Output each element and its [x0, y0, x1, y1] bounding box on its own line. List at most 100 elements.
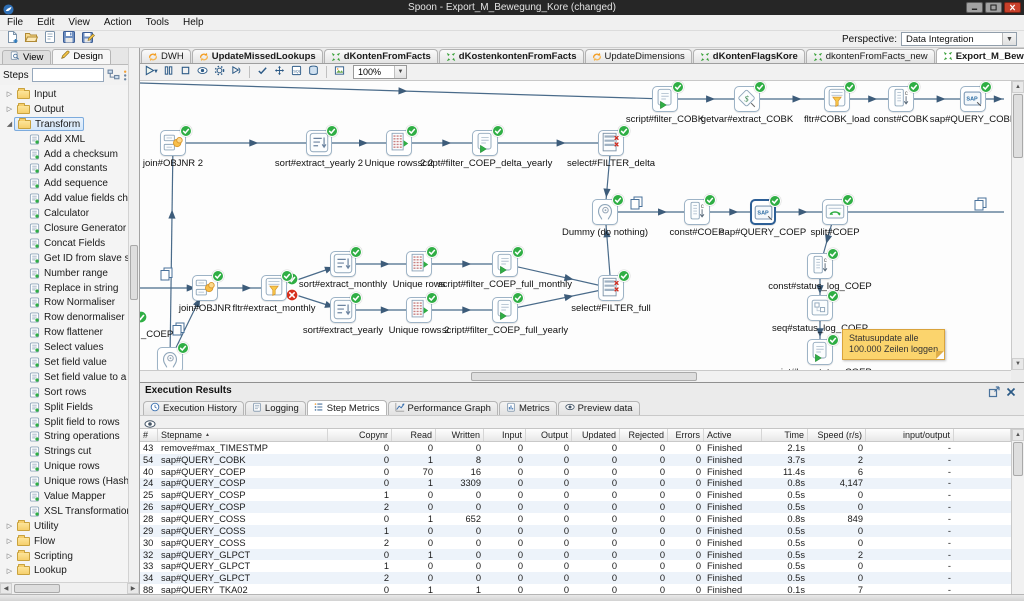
tree-step-split-field-to-rows[interactable]: Split field to rows [0, 415, 139, 430]
column-header-output[interactable]: Output [526, 429, 572, 441]
results-tab-metrics[interactable]: Metrics [499, 401, 557, 415]
tree-step-set-field-value[interactable]: Set field value [0, 355, 139, 370]
menu-view[interactable]: View [61, 17, 97, 28]
tree-step-xsl-transformation[interactable]: XSL Transformation [0, 504, 139, 519]
table-row[interactable]: 28sap#QUERY_COSS0165200000Finished0.8s84… [140, 513, 1011, 525]
step-node-fltr-extract-monthly[interactable] [261, 275, 287, 301]
canvas-horizontal-scrollbar[interactable] [140, 370, 1011, 382]
replay-button[interactable] [229, 65, 244, 79]
maximize-panel-icon[interactable] [988, 385, 1000, 397]
doc-tab-updatemissedlookups[interactable]: UpdateMissedLookups [192, 49, 323, 63]
sql-button[interactable]: SQL [289, 65, 304, 79]
step-node-dummy-do-nothing[interactable] [592, 199, 618, 225]
sidebar-horizontal-scrollbar[interactable]: ◀ ▶ [0, 582, 139, 594]
doc-tab-dkontenfromfacts-new[interactable]: dkontenFromFacts_new [806, 49, 935, 63]
tree-step-sort-rows[interactable]: Sort rows [0, 385, 139, 400]
tree-step-add-sequence[interactable]: Add sequence [0, 176, 139, 191]
tree-folder-lookup[interactable]: ▷Lookup [0, 564, 139, 579]
tree-folder-output[interactable]: ▷Output [0, 102, 139, 117]
tree-step-split-fields[interactable]: Split Fields [0, 400, 139, 415]
column-header-input[interactable]: Input [484, 429, 526, 441]
collapse-arrow-icon[interactable]: ◢ [5, 120, 14, 128]
column-header-copynr[interactable]: Copynr [328, 429, 392, 441]
tree-step-add-constants[interactable]: Add constants [0, 161, 139, 176]
step-node-getvar-extract-cobk[interactable]: $ [734, 86, 760, 112]
tree-step-closure-generator[interactable]: Closure Generator [0, 221, 139, 236]
tree-step-unique-rows[interactable]: Unique rows [0, 459, 139, 474]
column-header-input-output[interactable]: input/output [866, 429, 954, 441]
step-node-select-filter-delta[interactable] [598, 130, 624, 156]
steps-search-input[interactable] [32, 68, 104, 82]
table-row[interactable]: 32sap#QUERY_GLPCT01000000Finished0.5s2- [140, 549, 1011, 561]
step-node-split-coep[interactable] [822, 199, 848, 225]
tree-step-strings-cut[interactable]: Strings cut [0, 444, 139, 459]
expand-arrow-icon[interactable]: ▷ [5, 552, 14, 560]
scrollbar-thumb[interactable] [1013, 94, 1023, 158]
step-node-join-objnr-2[interactable] [160, 130, 186, 156]
table-row[interactable]: 24sap#QUERY_COSP01330900000Finished0.8s4… [140, 478, 1011, 490]
impact-button[interactable] [272, 65, 287, 79]
tree-step-number-range[interactable]: Number range [0, 266, 139, 281]
inspect-data-icon[interactable] [144, 417, 156, 428]
scroll-up-arrow[interactable]: ▲ [1012, 81, 1024, 93]
column-header-active[interactable]: Active [704, 429, 762, 441]
menu-file[interactable]: File [0, 17, 30, 28]
table-row[interactable]: 88sap#QUERY_TKA0201100000Finished0.1s7- [140, 584, 1011, 594]
explore-database-button[interactable] [306, 65, 321, 79]
expand-arrow-icon[interactable]: ▷ [5, 567, 14, 575]
step-node-script-filter-coep-delta-yearly[interactable] [472, 130, 498, 156]
step-node-const-status-log-coep[interactable]: c [807, 253, 833, 279]
tree-step-unique-rows-hashse[interactable]: Unique rows (HashSe [0, 474, 139, 489]
close-button[interactable] [1004, 2, 1021, 13]
column-header-speed-r-s[interactable]: Speed (r/s) [808, 429, 866, 441]
open-file-button[interactable] [22, 32, 39, 47]
table-row[interactable]: 30sap#QUERY_COSS20000000Finished0.5s0- [140, 537, 1011, 549]
column-header-updated[interactable]: Updated [572, 429, 620, 441]
expand-arrow-icon[interactable]: ▷ [5, 105, 14, 113]
doc-tab-dkostenkontenfromfacts[interactable]: dKostenkontenFromFacts [439, 49, 584, 63]
step-node-sap-query-coep[interactable]: SAP [750, 199, 776, 225]
results-tab-preview-data[interactable]: Preview data [558, 401, 640, 415]
step-node-const-cobk[interactable]: c [888, 86, 914, 112]
results-tab-logging[interactable]: Logging [245, 401, 306, 415]
sidebar-tab-view[interactable]: View [2, 50, 51, 64]
scrollbar-thumb[interactable] [1013, 442, 1023, 476]
step-node-fltr-cobk-load[interactable] [824, 86, 850, 112]
zoom-select[interactable]: 100%▼ [353, 65, 407, 79]
tree-step-string-operations[interactable]: String operations [0, 429, 139, 444]
save-button[interactable] [60, 32, 77, 47]
doc-tab-dwh[interactable]: DWH [141, 49, 191, 63]
expand-arrow-icon[interactable]: ▷ [5, 522, 14, 530]
doc-tab-export-m-bewegung-kore[interactable]: Export_M_Bewegung_Kore✕ [936, 48, 1024, 63]
stop-button[interactable] [178, 65, 193, 79]
scrollbar-thumb[interactable] [14, 584, 60, 593]
scroll-up-arrow[interactable]: ▲ [1012, 429, 1024, 441]
note-annotation[interactable]: Statusupdate alle 100.000 Zeilen loggen [842, 329, 945, 360]
tree-folder-transform[interactable]: ◢Transform [0, 117, 139, 132]
maximize-button[interactable] [985, 2, 1002, 13]
minimize-button[interactable] [966, 2, 983, 13]
tree-step-set-field-value-to-a-co[interactable]: Set field value to a co [0, 370, 139, 385]
column-header-read[interactable]: Read [392, 429, 436, 441]
doc-tab-updatedimensions[interactable]: UpdateDimensions [585, 49, 692, 63]
results-tab-step-metrics[interactable]: Step Metrics [307, 400, 387, 415]
table-row[interactable]: 25sap#QUERY_COSP10000000Finished0.5s0- [140, 489, 1011, 501]
scroll-down-arrow[interactable]: ▼ [1012, 358, 1024, 370]
sidebar-tab-design[interactable]: Design [52, 49, 111, 64]
table-row[interactable]: 40sap#QUERY_COEP0701600000Finished11.4s6… [140, 466, 1011, 478]
tree-folder-input[interactable]: ▷Input [0, 87, 139, 102]
tree-folder-flow[interactable]: ▷Flow [0, 534, 139, 549]
tree-step-concat-fields[interactable]: Concat Fields [0, 236, 139, 251]
column-header-stepname[interactable]: Stepname▲ [158, 429, 328, 441]
tree-step-select-values[interactable]: Select values [0, 340, 139, 355]
tree-step-row-denormaliser[interactable]: Row denormaliser [0, 310, 139, 325]
step-node-unique-rows[interactable] [406, 251, 432, 277]
step-node-seq-status-log-coep[interactable] [807, 295, 833, 321]
preview-button[interactable] [195, 65, 210, 79]
sidebar-vertical-scrollbar[interactable] [128, 48, 139, 594]
results-tab-execution-history[interactable]: Execution History [143, 401, 244, 415]
tree-step-get-id-from-slave-ser[interactable]: Get ID from slave ser [0, 251, 139, 266]
column-header-written[interactable]: Written [436, 429, 484, 441]
step-node-join-objnr[interactable] [192, 275, 218, 301]
step-node-sort-extract-monthly[interactable] [330, 251, 356, 277]
